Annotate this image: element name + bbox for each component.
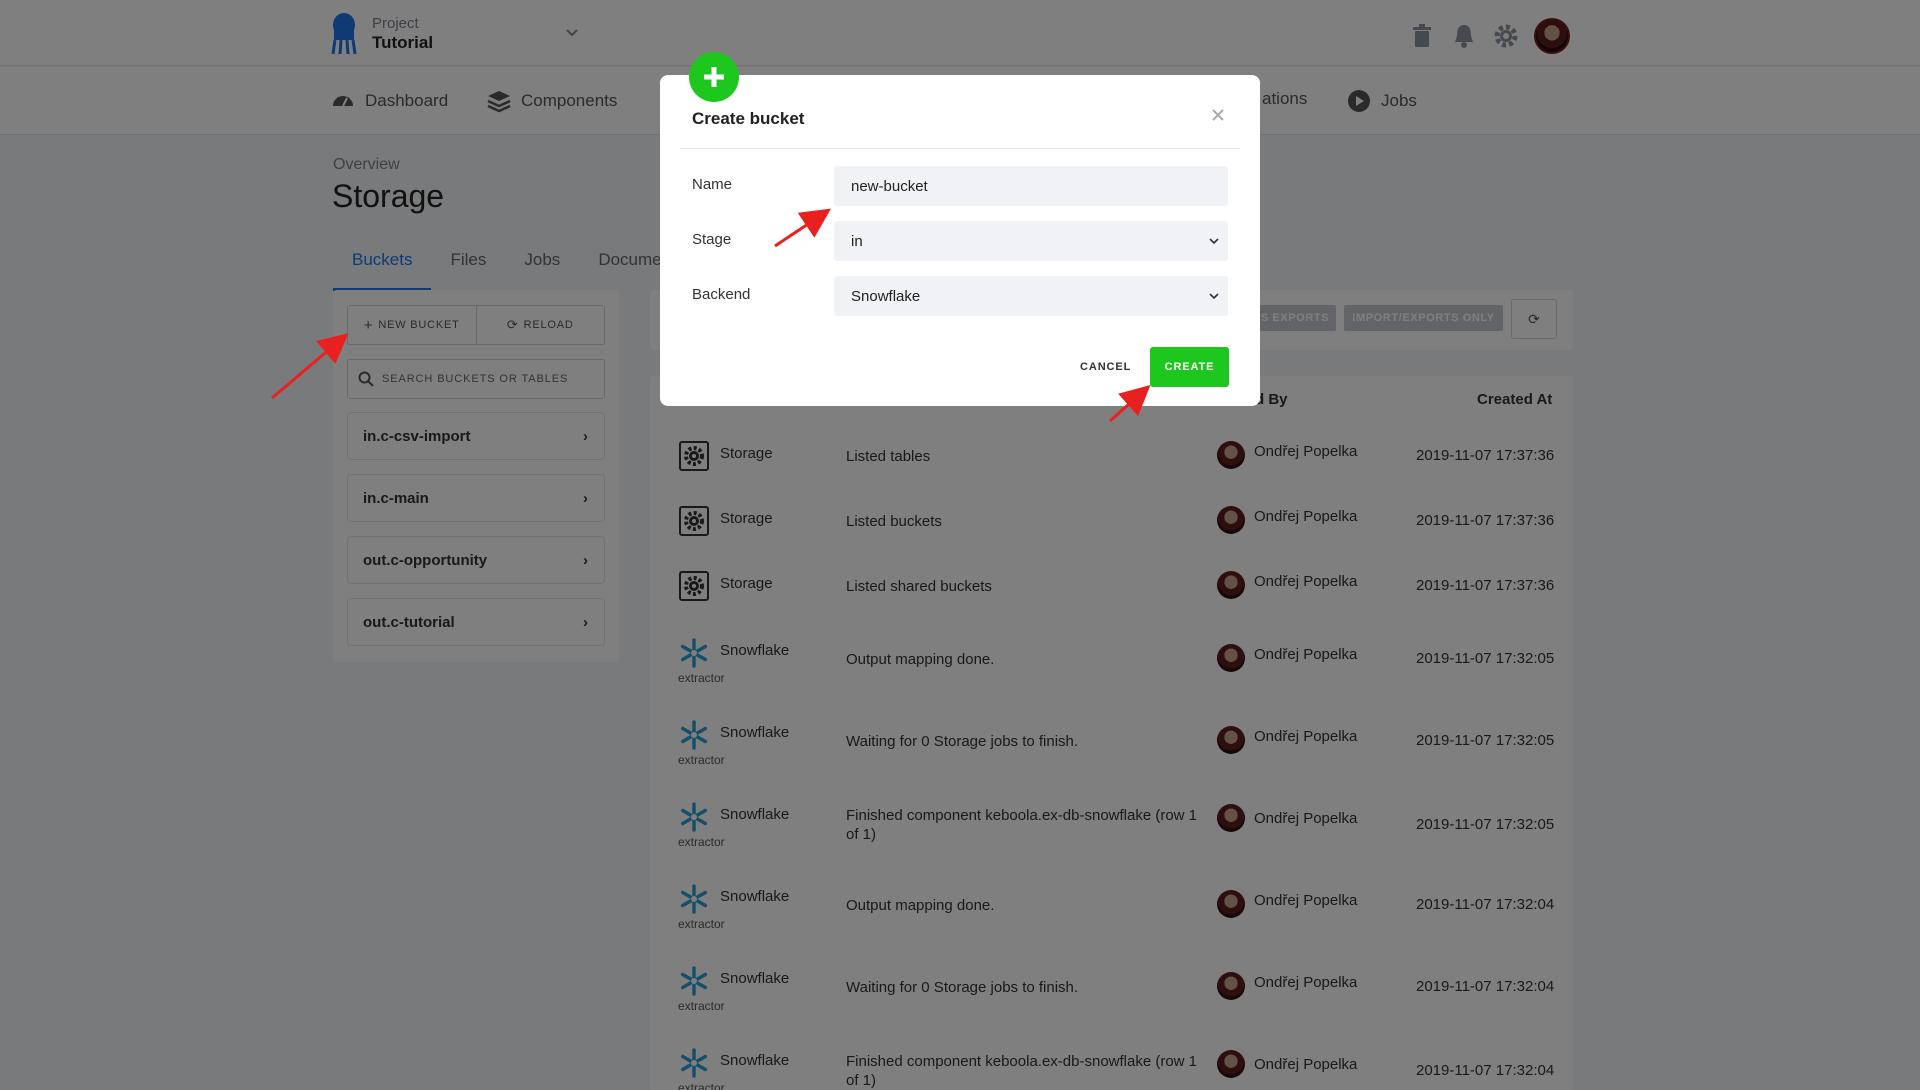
modal-title: Create bucket	[692, 109, 805, 128]
close-icon[interactable]	[1208, 105, 1228, 125]
chevron-down-icon	[1209, 238, 1219, 245]
cancel-button[interactable]: CANCEL	[1080, 361, 1131, 373]
create-button[interactable]: CREATE	[1150, 347, 1229, 387]
name-field[interactable]: new-bucket	[834, 166, 1228, 206]
stage-label: Stage	[692, 231, 732, 248]
backend-label: Backend	[692, 286, 751, 303]
plus-icon	[689, 52, 739, 102]
name-label: Name	[692, 176, 733, 193]
divider	[680, 148, 1240, 149]
create-bucket-modal: Create bucket Name new-bucket Stage in B…	[660, 52, 1260, 406]
backend-select[interactable]: Snowflake	[834, 276, 1228, 316]
name-value: new-bucket	[851, 177, 928, 195]
stage-select[interactable]: in	[834, 221, 1228, 261]
chevron-down-icon	[1209, 293, 1219, 300]
backend-value: Snowflake	[851, 287, 921, 305]
stage-value: in	[851, 232, 863, 250]
